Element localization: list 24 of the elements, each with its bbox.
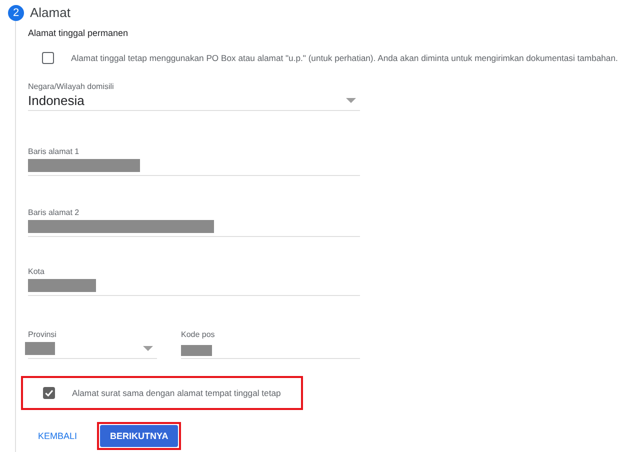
input-field[interactable]: Negara/Wilayah domisili Indonesia <box>28 82 360 111</box>
field-label: Kode pos <box>181 330 216 339</box>
input-field[interactable]: Kode pos <box>181 330 360 359</box>
input-field[interactable]: Provinsi <box>28 330 157 359</box>
input-field[interactable]: Kota <box>28 267 360 296</box>
field-label: Baris alamat 2 <box>28 208 80 217</box>
section-title: Alamat tinggal permanen <box>28 27 130 38</box>
back-button[interactable]: KEMBALI <box>38 427 78 445</box>
field-label: Baris alamat 1 <box>28 147 80 156</box>
field-value: Indonesia <box>28 93 84 108</box>
checkbox-label: Alamat tinggal tetap menggunakan PO Box atau alamat "u.p." (untuk perhatian). Anda akan diminta untuk mengirimkan dokumentasi tambahan. <box>71 53 618 63</box>
input-field[interactable]: Baris alamat 2 <box>28 208 360 237</box>
step-number: 2 <box>8 4 24 20</box>
field-label: Negara/Wilayah domisili <box>28 82 115 91</box>
step-title: Alamat <box>30 5 70 20</box>
checkbox-label: Alamat surat sama dengan alamat tempat tinggal tetap <box>72 388 281 398</box>
checkbox[interactable] <box>43 387 55 399</box>
field-label: Provinsi <box>28 330 58 339</box>
dropdown-arrow-icon <box>143 346 153 351</box>
next-button[interactable]: BERIKUTNYA <box>100 425 178 447</box>
input-field[interactable]: Baris alamat 1 <box>28 147 360 176</box>
dropdown-arrow-icon <box>346 98 356 103</box>
checkbox[interactable] <box>42 52 54 64</box>
field-label: Kota <box>28 267 46 276</box>
